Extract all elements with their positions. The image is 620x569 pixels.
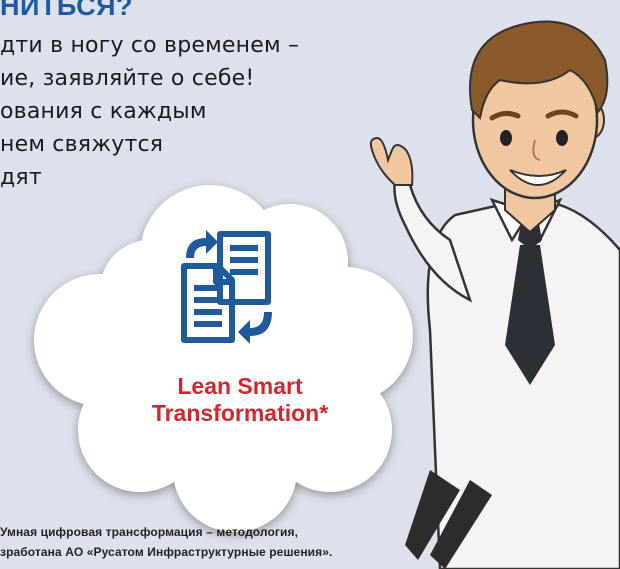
businessman-illustration — [369, 20, 620, 569]
footnote-line: Умная цифровая трансформация – методолог… — [0, 525, 299, 539]
footnote-line: зработана АО «Русатом Инфраструктурные р… — [0, 545, 333, 559]
documents-sync-icon — [181, 230, 272, 344]
